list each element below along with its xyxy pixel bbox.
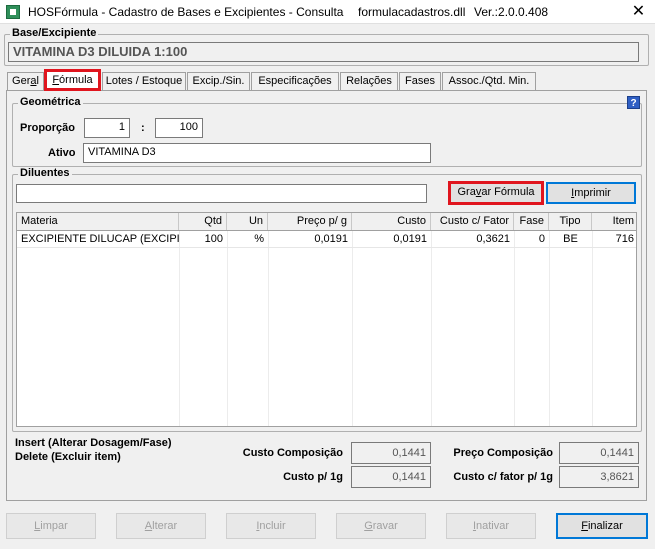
cell-custo-fator: 0,3621 <box>476 233 510 245</box>
col-materia[interactable]: Materia <box>17 213 179 230</box>
proporcao-separator: : <box>141 122 145 134</box>
hint-delete: Delete (Excluir item) <box>15 451 121 463</box>
incluir-button[interactable]: Incluir <box>226 513 316 539</box>
tab-excip-sin[interactable]: Excip./Sin. <box>187 72 250 90</box>
table-row[interactable]: EXCIPIENTE DILUCAP (EXCIPIE... 100 % 0,0… <box>17 231 636 248</box>
tab-especificacoes[interactable]: Especificações <box>251 72 339 90</box>
col-custo[interactable]: Custo <box>352 213 431 230</box>
table-header: Materia Qtd Un Preço p/ g Custo Custo c/… <box>17 213 636 231</box>
limpar-button[interactable]: Limpar <box>6 513 96 539</box>
proporcao-a-input[interactable]: 1 <box>84 118 130 138</box>
diluentes-table[interactable]: Materia Qtd Un Preço p/ g Custo Custo c/… <box>16 212 637 427</box>
tab-geral[interactable]: Geral <box>7 72 44 90</box>
preco-composicao-label: Preço Composição <box>453 447 553 459</box>
cell-un: % <box>254 233 264 245</box>
col-item[interactable]: Item <box>592 213 636 230</box>
tab-lotes-estoque[interactable]: Lotes / Estoque <box>102 72 186 90</box>
tab-formula[interactable]: Fórmula <box>44 69 101 91</box>
title-bar: HOSFórmula - Cadastro de Bases e Excipie… <box>0 0 655 24</box>
gravar-button[interactable]: Gravar <box>336 513 426 539</box>
base-label: Base/Excipiente <box>10 27 99 39</box>
finalizar-button[interactable]: Finalizar <box>556 513 648 539</box>
cell-materia: EXCIPIENTE DILUCAP (EXCIPIE... <box>21 233 179 245</box>
tab-assoc-qtd-min[interactable]: Assoc./Qtd. Min. <box>442 72 536 90</box>
cell-custo: 0,0191 <box>393 233 427 245</box>
custo-1g-label: Custo p/ 1g <box>283 471 343 483</box>
proporcao-label: Proporção <box>20 122 76 134</box>
imprimir-button[interactable]: Imprimir <box>546 182 636 204</box>
tab-fases[interactable]: Fases <box>399 72 441 90</box>
diluente-search-input[interactable] <box>16 184 427 203</box>
proporcao-b-input[interactable]: 100 <box>155 118 203 138</box>
inativar-button[interactable]: Inativar <box>446 513 536 539</box>
cell-qtd: 100 <box>204 233 223 245</box>
window-dll: formulacadastros.dll <box>358 5 466 19</box>
cell-tipo: BE <box>563 233 578 245</box>
custo-fator-1g-value: 3,8621 <box>559 466 639 488</box>
preco-composicao-value: 0,1441 <box>559 442 639 464</box>
cell-item: 716 <box>615 233 634 245</box>
custo-composicao-value: 0,1441 <box>351 442 431 464</box>
ativo-label: Ativo <box>48 147 76 159</box>
base-name-field: VITAMINA D3 DILUIDA 1:100 <box>8 42 639 62</box>
alterar-button[interactable]: Alterar <box>116 513 206 539</box>
custo-composicao-label: Custo Composição <box>242 447 343 459</box>
tab-relacoes[interactable]: Relações <box>340 72 398 90</box>
custo-fator-1g-label: Custo c/ fator p/ 1g <box>453 471 553 483</box>
col-qtd[interactable]: Qtd <box>179 213 227 230</box>
ativo-input[interactable]: VITAMINA D3 <box>83 143 431 163</box>
hint-insert: Insert (Alterar Dosagem/Fase) <box>15 437 172 449</box>
help-icon[interactable]: ? <box>627 96 640 109</box>
col-custo-fator[interactable]: Custo c/ Fator <box>431 213 514 230</box>
col-preco[interactable]: Preço p/ g <box>268 213 352 230</box>
cell-preco: 0,0191 <box>314 233 348 245</box>
gravar-formula-button[interactable]: Gravar Fórmula <box>448 181 544 205</box>
diluentes-label: Diluentes <box>18 167 72 179</box>
col-un[interactable]: Un <box>227 213 268 230</box>
col-fase[interactable]: Fase <box>514 213 549 230</box>
close-icon[interactable]: ✕ <box>622 0 655 24</box>
col-tipo[interactable]: Tipo <box>549 213 592 230</box>
app-icon <box>6 5 20 19</box>
window-version: Ver.:2.0.0.408 <box>474 5 549 19</box>
custo-1g-value: 0,1441 <box>351 466 431 488</box>
geometrica-label: Geométrica <box>18 96 83 108</box>
window-title: HOSFórmula - Cadastro de Bases e Excipie… <box>28 5 344 19</box>
cell-fase: 0 <box>538 233 545 245</box>
